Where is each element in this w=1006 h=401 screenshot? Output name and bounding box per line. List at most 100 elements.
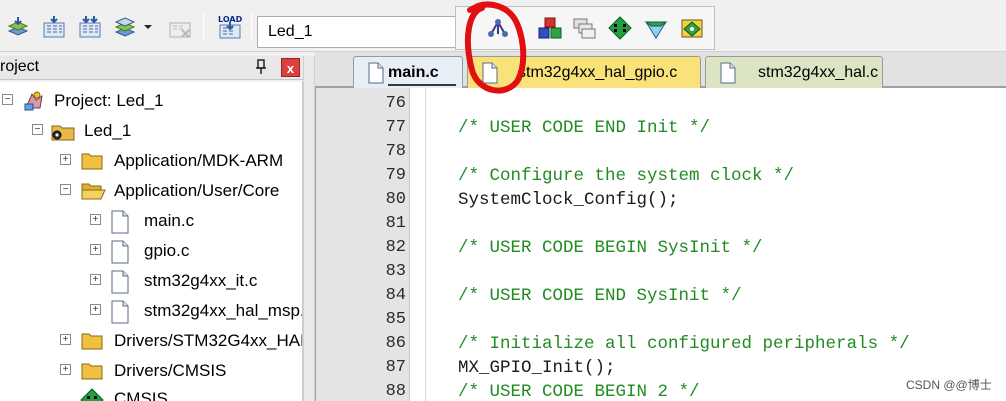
file-icon <box>368 62 384 89</box>
close-panel-button[interactable]: x <box>281 58 300 77</box>
line-number: 77 <box>385 118 406 137</box>
collapse-icon[interactable]: − <box>60 184 71 195</box>
expand-icon[interactable]: + <box>90 214 101 225</box>
code-line[interactable]: SystemClock_Config(); <box>458 190 679 210</box>
active-tab-indicator <box>388 84 456 86</box>
expand-icon[interactable]: + <box>90 274 101 285</box>
stop-build-icon[interactable] <box>166 14 194 40</box>
toolbar-separator <box>203 12 204 42</box>
batch-build-dropdown-icon[interactable] <box>140 14 156 40</box>
line-number: 84 <box>385 286 406 305</box>
line-number: 88 <box>385 382 406 401</box>
download-icon[interactable]: LOAD <box>214 14 246 40</box>
tree-item-label: Project: Led_1 <box>54 91 164 110</box>
tree-item-label: Application/MDK-ARM <box>114 151 284 170</box>
run-time-env-icon[interactable] <box>678 15 706 41</box>
target-options-icon[interactable] <box>484 15 512 41</box>
cmsis-component-icon <box>80 388 104 401</box>
editor-tab-bar: main.c stm32g4xx_hal_gpio.c stm32g4xx_ha… <box>315 52 1006 88</box>
tree-item-label: Drivers/CMSIS <box>114 361 227 380</box>
code-line[interactable]: /* Configure the system clock */ <box>458 166 794 186</box>
file-icon <box>720 62 736 89</box>
tree-item-component[interactable]: CMSIS <box>0 386 300 401</box>
tab-main-c[interactable]: main.c <box>353 56 463 88</box>
tree-item-label: Drivers/STM32G4xx_HAL <box>114 331 303 350</box>
file-icon <box>110 300 130 329</box>
tree-item-label: stm32g4xx_hal_msp. <box>144 301 303 320</box>
panel-splitter[interactable] <box>303 56 315 401</box>
build-icon[interactable] <box>40 14 68 40</box>
expand-icon[interactable]: + <box>60 364 71 375</box>
code-line[interactable]: /* USER CODE END SysInit */ <box>458 286 742 306</box>
folder-icon <box>80 360 104 387</box>
tree-item-group[interactable]: − Application/User/Core <box>0 178 300 204</box>
tree-item-target[interactable]: − Led_1 <box>0 118 300 144</box>
folder-icon <box>80 150 104 177</box>
pack-installer-icon[interactable] <box>606 15 634 41</box>
code-line[interactable]: /* USER CODE BEGIN 2 */ <box>458 382 700 401</box>
tree-item-file[interactable]: + stm32g4xx_it.c <box>0 268 300 294</box>
folder-icon <box>80 330 104 357</box>
fold-margin <box>410 88 426 401</box>
rebuild-icon[interactable] <box>76 14 104 40</box>
manage-project-icon[interactable] <box>536 15 564 41</box>
select-packs-icon[interactable] <box>570 15 598 41</box>
tree-item-group[interactable]: + Drivers/STM32G4xx_HAL <box>0 328 303 357</box>
line-number: 83 <box>385 262 406 281</box>
expand-icon[interactable]: + <box>90 244 101 255</box>
tree-item-file[interactable]: + main.c <box>0 208 300 234</box>
line-number: 80 <box>385 190 406 209</box>
file-icon <box>110 210 130 239</box>
line-number: 79 <box>385 166 406 185</box>
code-editor[interactable]: 76 77 78 79 80 81 82 83 84 85 86 87 88 /… <box>315 88 1006 401</box>
collapse-icon[interactable]: − <box>2 94 13 105</box>
tree-item-project[interactable]: − Project: Led_1 <box>0 88 300 114</box>
line-number: 81 <box>385 214 406 233</box>
watermark: CSDN @@博士 <box>906 378 992 392</box>
line-number: 78 <box>385 142 406 161</box>
pin-icon[interactable] <box>252 58 270 76</box>
line-number-gutter: 76 77 78 79 80 81 82 83 84 85 86 87 88 <box>316 88 410 401</box>
tree-item-file[interactable]: + stm32g4xx_hal_msp. <box>0 298 303 324</box>
project-root-icon <box>22 90 46 117</box>
line-number: 76 <box>385 94 406 113</box>
toolbar: LOAD Led_1 <box>0 0 1006 52</box>
batch-build-icon[interactable] <box>112 14 140 40</box>
tab-stm32g4xx-hal-c[interactable]: stm32g4xx_hal.c <box>705 56 883 88</box>
open-folder-icon <box>80 180 106 207</box>
toolbar-right-group <box>455 6 715 50</box>
code-line[interactable]: /* USER CODE BEGIN SysInit */ <box>458 238 763 258</box>
line-number: 86 <box>385 334 406 353</box>
tree-item-label: gpio.c <box>144 241 190 260</box>
line-number: 85 <box>385 310 406 329</box>
toolbar-separator <box>251 12 252 42</box>
code-line[interactable]: /* USER CODE END Init */ <box>458 118 710 138</box>
code-line[interactable]: /* Initialize all configured peripherals… <box>458 334 910 354</box>
code-line[interactable]: MX_GPIO_Init(); <box>458 358 616 378</box>
project-tree: − Project: Led_1 − Led_1 + Application/M… <box>0 82 303 401</box>
collapse-icon[interactable]: − <box>32 124 43 135</box>
tree-item-label: Led_1 <box>84 121 132 140</box>
target-name: Led_1 <box>268 23 313 40</box>
tree-item-label: Application/User/Core <box>114 181 280 200</box>
tree-item-group[interactable]: + Application/MDK-ARM <box>0 148 300 174</box>
file-icon <box>110 240 130 269</box>
expand-icon[interactable]: + <box>90 304 101 315</box>
file-icon <box>482 62 498 89</box>
expand-icon[interactable]: + <box>60 334 71 345</box>
tree-item-label: CMSIS <box>114 389 168 401</box>
manage-components-icon[interactable] <box>642 15 670 41</box>
tree-item-label: stm32g4xx_it.c <box>144 271 258 290</box>
target-folder-icon <box>50 120 76 147</box>
tab-label: stm32g4xx_hal.c <box>758 64 879 81</box>
translate-icon[interactable] <box>4 14 32 40</box>
tab-stm32g4xx-hal-gpio-c[interactable]: stm32g4xx_hal_gpio.c <box>467 56 701 88</box>
project-panel-header: roject x <box>0 56 305 80</box>
tab-label: main.c <box>388 64 439 81</box>
tree-item-group[interactable]: + Drivers/CMSIS <box>0 358 300 384</box>
expand-icon[interactable]: + <box>60 154 71 165</box>
tree-item-file[interactable]: + gpio.c <box>0 238 300 264</box>
target-select[interactable]: Led_1 <box>257 16 457 48</box>
project-panel-title: roject <box>0 58 40 75</box>
line-number: 87 <box>385 358 406 377</box>
